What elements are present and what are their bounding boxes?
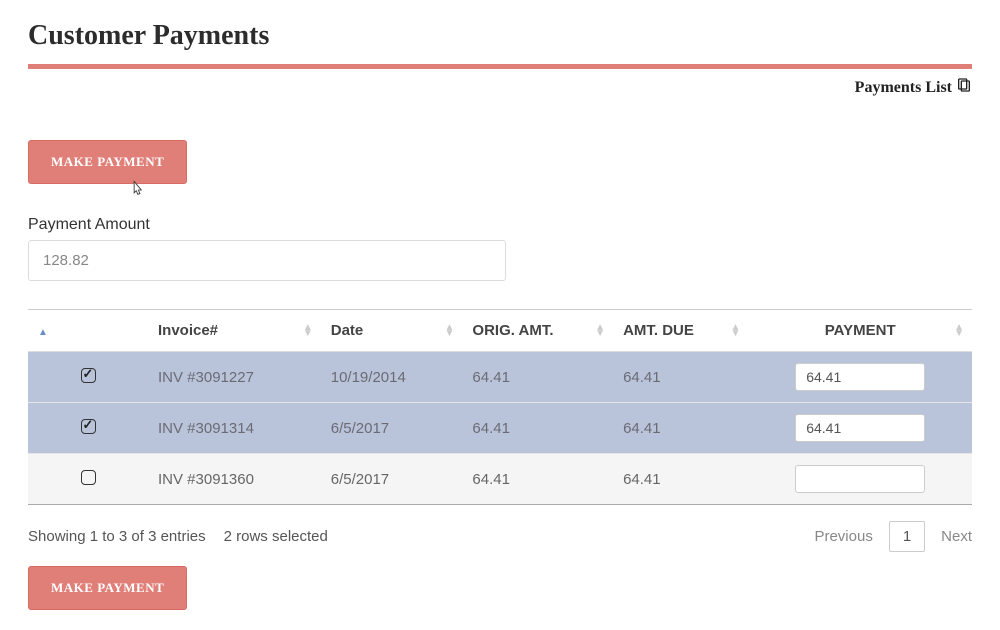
sort-icon: ▲▼ xyxy=(731,325,741,337)
col-invoice[interactable]: Invoice# ▲▼ xyxy=(148,310,321,352)
sort-icon: ▲▼ xyxy=(303,325,313,337)
list-icon xyxy=(956,77,972,98)
cell-invoice: INV #3091360 xyxy=(148,454,321,505)
table-row[interactable]: INV #30913146/5/201764.4164.41 xyxy=(28,403,972,454)
make-payment-button-top[interactable]: MAKE PAYMENT xyxy=(28,140,187,184)
cell-orig_amt: 64.41 xyxy=(462,403,613,454)
col-payment-label: PAYMENT xyxy=(825,322,896,339)
sort-icon: ▲▼ xyxy=(954,325,964,337)
payment-input[interactable] xyxy=(795,414,925,442)
checkbox-cell xyxy=(28,403,148,454)
row-checkbox[interactable] xyxy=(81,470,96,485)
col-amt-due-label: AMT. DUE xyxy=(623,322,694,339)
cell-orig_amt: 64.41 xyxy=(462,352,613,403)
col-payment[interactable]: PAYMENT ▲▼ xyxy=(748,310,972,352)
sort-icon: ▲▼ xyxy=(595,325,605,337)
cell-amt_due: 64.41 xyxy=(613,403,748,454)
cell-amt_due: 64.41 xyxy=(613,352,748,403)
col-select[interactable]: ▲ xyxy=(28,310,148,352)
cell-payment xyxy=(748,454,972,505)
table-row[interactable]: INV #30913606/5/201764.4164.41 xyxy=(28,454,972,505)
cell-invoice: INV #3091314 xyxy=(148,403,321,454)
checkbox-cell xyxy=(28,454,148,505)
col-date[interactable]: Date ▲▼ xyxy=(321,310,463,352)
cell-invoice: INV #3091227 xyxy=(148,352,321,403)
payment-amount-input[interactable] xyxy=(28,240,506,281)
invoice-table: ▲ Invoice# ▲▼ Date ▲▼ ORIG. AMT. ▲▼ AMT.… xyxy=(28,310,972,504)
selected-count-text: 2 rows selected xyxy=(224,528,328,545)
invoice-table-wrap: ▲ Invoice# ▲▼ Date ▲▼ ORIG. AMT. ▲▼ AMT.… xyxy=(28,309,972,505)
row-checkbox[interactable] xyxy=(81,419,96,434)
col-orig-amt-label: ORIG. AMT. xyxy=(472,322,553,339)
col-orig-amt[interactable]: ORIG. AMT. ▲▼ xyxy=(462,310,613,352)
payment-amount-label: Payment Amount xyxy=(28,216,972,234)
cell-amt_due: 64.41 xyxy=(613,454,748,505)
previous-button[interactable]: Previous xyxy=(814,528,872,545)
row-checkbox[interactable] xyxy=(81,368,96,383)
cell-orig_amt: 64.41 xyxy=(462,454,613,505)
cell-date: 6/5/2017 xyxy=(321,454,463,505)
next-button[interactable]: Next xyxy=(941,528,972,545)
pager: Previous 1 Next xyxy=(814,521,972,552)
sort-icon: ▲▼ xyxy=(445,325,455,337)
table-footer: Showing 1 to 3 of 3 entries 2 rows selec… xyxy=(28,521,972,552)
payments-list-link[interactable]: Payments List xyxy=(28,77,972,98)
checkbox-cell xyxy=(28,352,148,403)
title-underline xyxy=(28,64,972,69)
page-number[interactable]: 1 xyxy=(889,521,925,552)
payment-input[interactable] xyxy=(795,465,925,493)
showing-text: Showing 1 to 3 of 3 entries xyxy=(28,528,206,545)
cell-date: 6/5/2017 xyxy=(321,403,463,454)
cell-date: 10/19/2014 xyxy=(321,352,463,403)
col-invoice-label: Invoice# xyxy=(158,322,218,339)
cell-payment xyxy=(748,352,972,403)
col-date-label: Date xyxy=(331,322,364,339)
payments-list-label: Payments List xyxy=(855,79,952,97)
table-row[interactable]: INV #309122710/19/201464.4164.41 xyxy=(28,352,972,403)
make-payment-button-bottom[interactable]: MAKE PAYMENT xyxy=(28,566,187,610)
sort-asc-icon: ▲ xyxy=(38,327,48,338)
col-amt-due[interactable]: AMT. DUE ▲▼ xyxy=(613,310,748,352)
page-title: Customer Payments xyxy=(28,20,972,52)
cell-payment xyxy=(748,403,972,454)
payment-input[interactable] xyxy=(795,363,925,391)
